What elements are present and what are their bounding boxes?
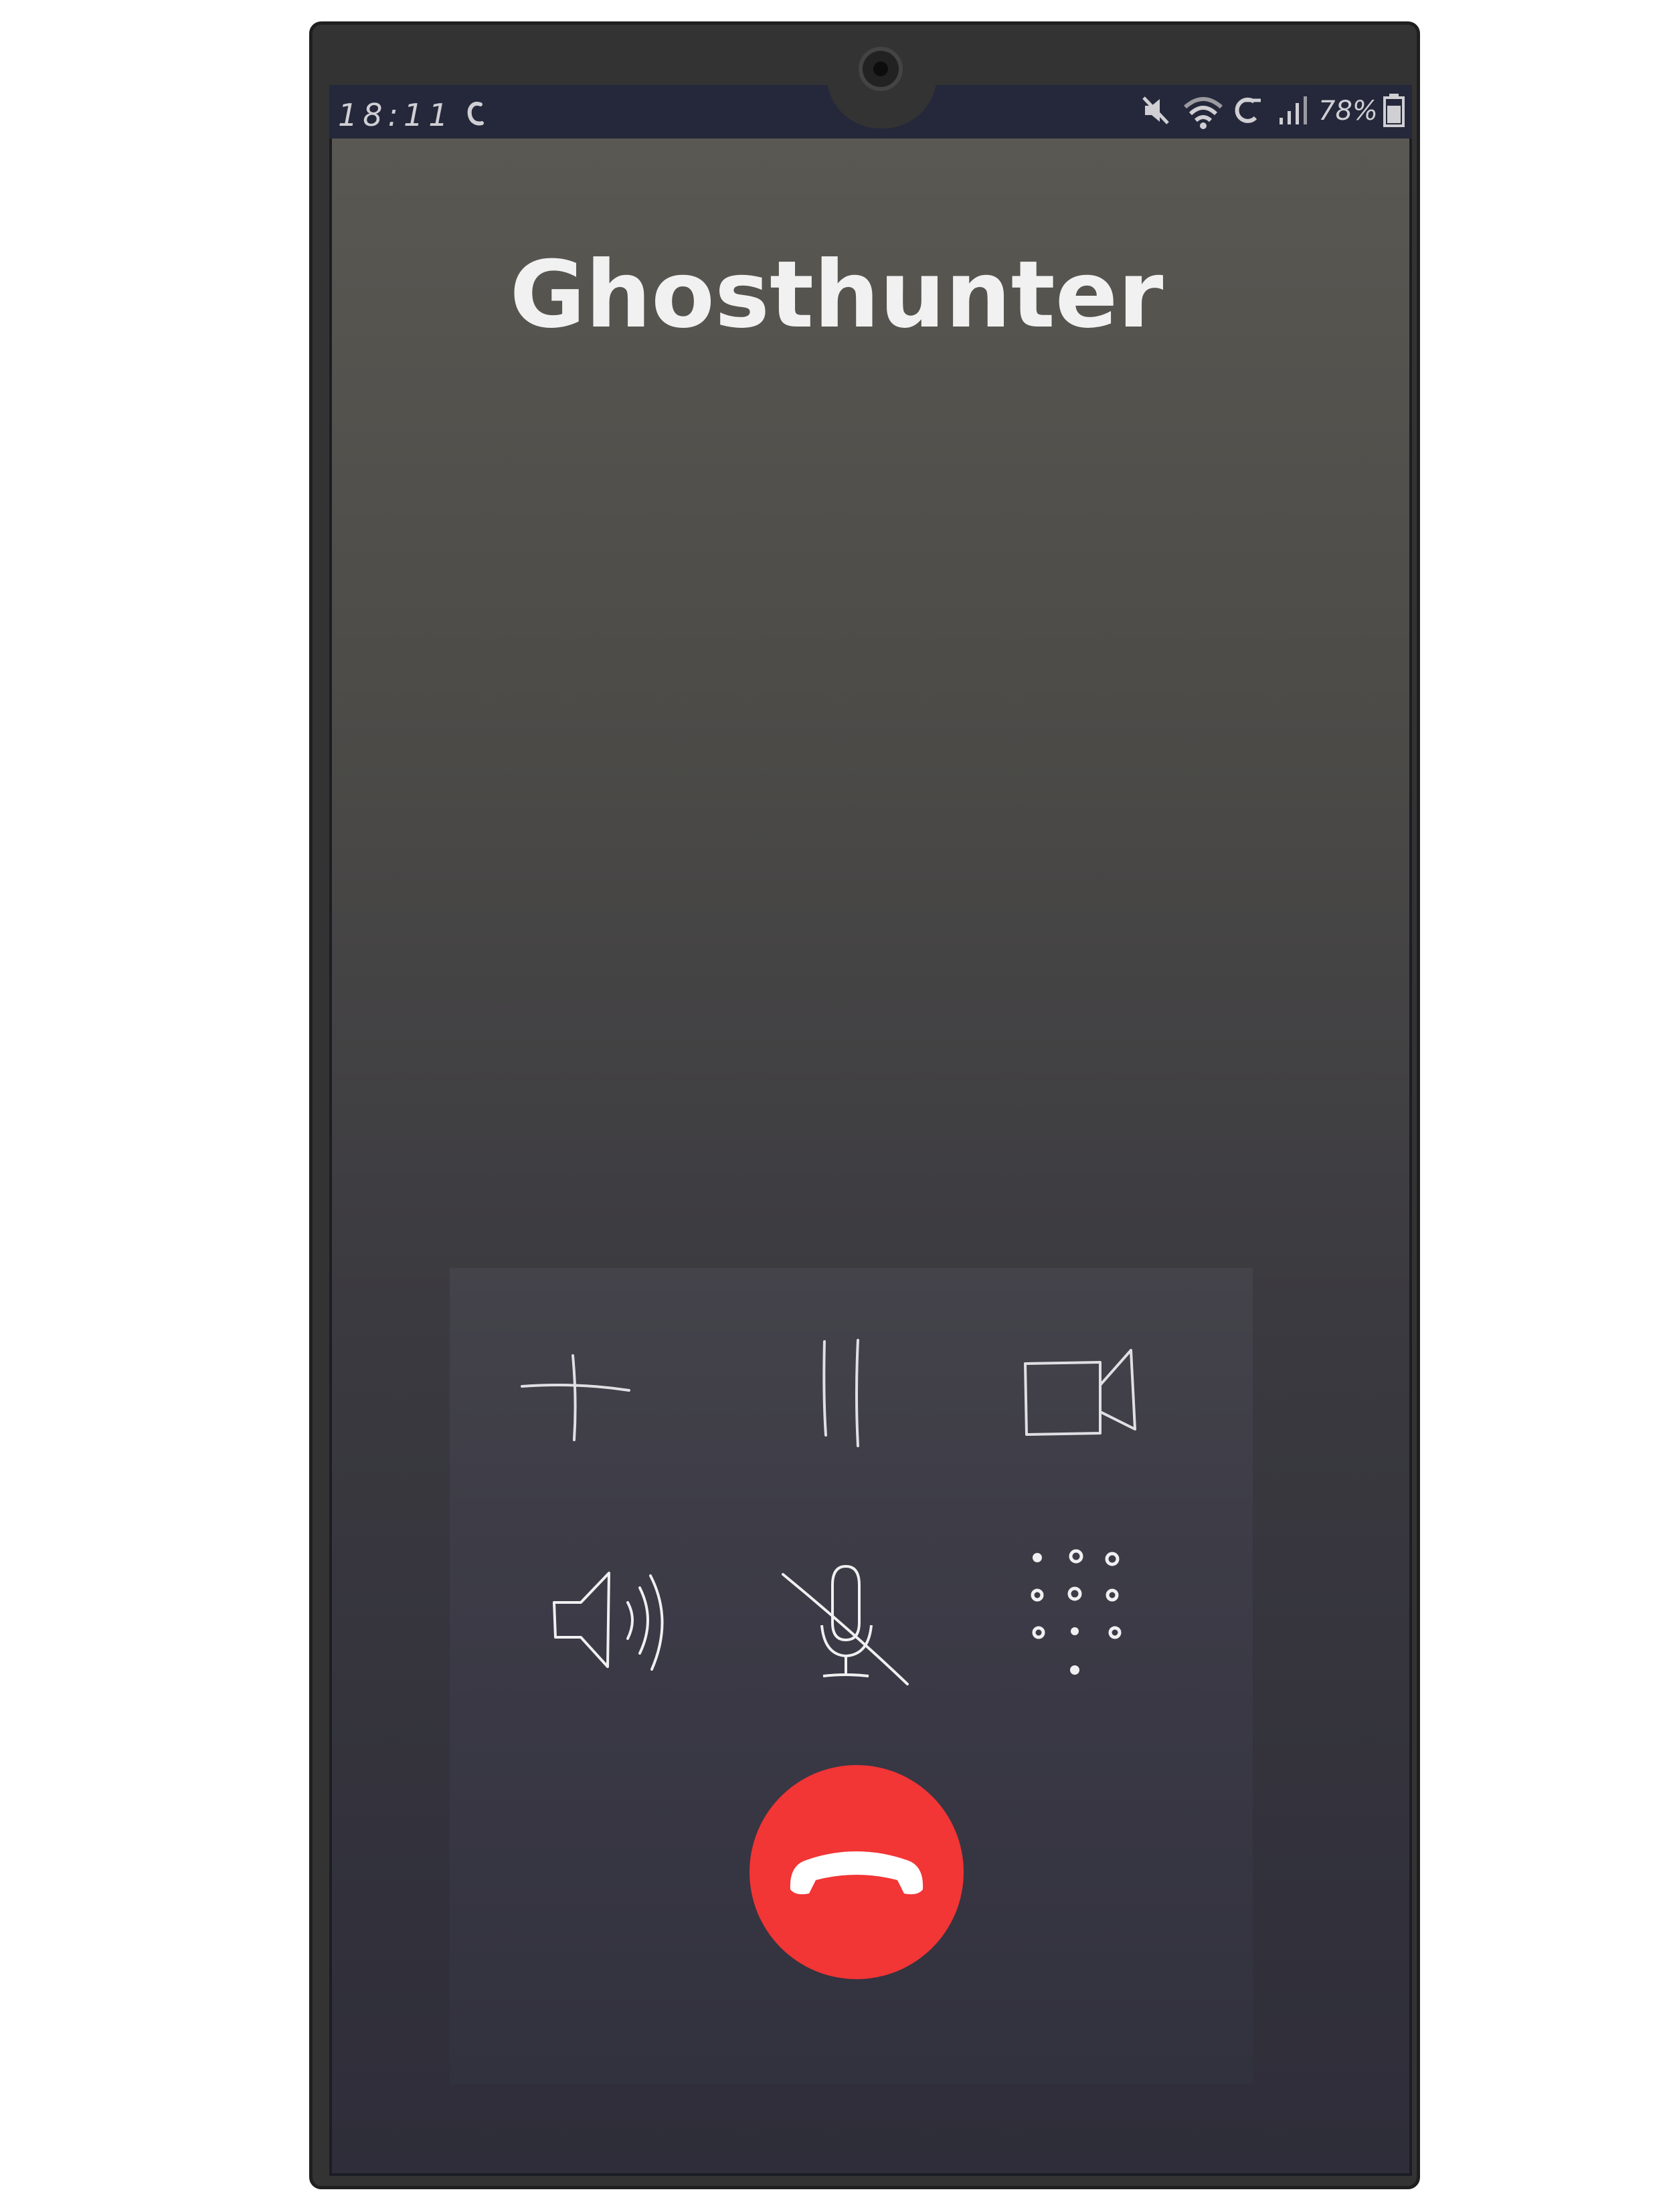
speaker-icon[interactable] (542, 1556, 683, 1683)
battery-percent: 78% (1318, 96, 1378, 126)
status-time: 18:11 (338, 97, 454, 133)
add-call-icon[interactable] (515, 1338, 636, 1452)
hold-icon[interactable] (803, 1335, 877, 1455)
caller-name: Ghosthunter (509, 241, 1164, 349)
end-call-button[interactable] (750, 1765, 964, 1979)
camera-icon (859, 47, 903, 91)
end-call-icon (790, 1851, 923, 1895)
wifi-icon (1184, 97, 1223, 129)
data-sync-icon (1235, 97, 1261, 123)
keypad-icon[interactable] (1017, 1539, 1138, 1693)
signal-icon (1280, 96, 1307, 124)
battery-icon (1383, 94, 1405, 127)
mute-icon (1142, 96, 1169, 124)
video-call-icon[interactable] (1010, 1338, 1144, 1445)
call-active-icon (467, 102, 484, 126)
mute-mic-icon[interactable] (776, 1556, 923, 1696)
